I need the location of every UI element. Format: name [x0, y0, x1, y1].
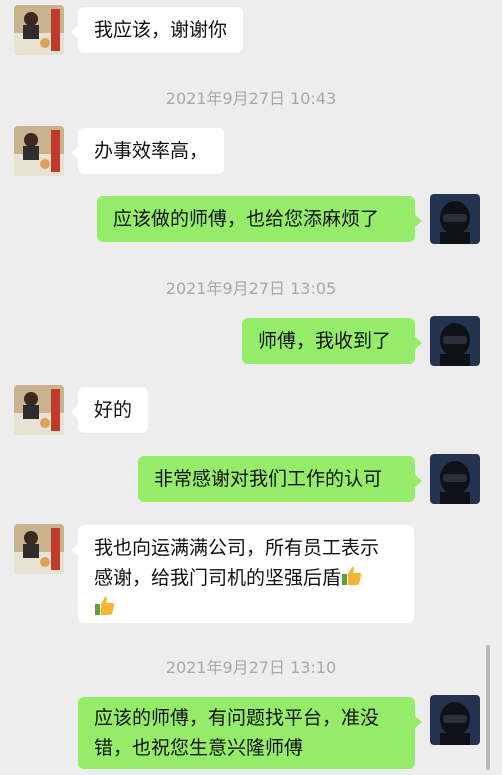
avatar-photo-icon	[14, 5, 64, 55]
helmet-avatar-icon	[430, 454, 480, 504]
timestamp: 2021年9月27日 10:43	[165, 89, 337, 108]
message-bubble-outgoing[interactable]: 师傅，我收到了	[242, 318, 422, 364]
self-avatar[interactable]	[430, 194, 480, 244]
message-text-line: 错，也祝您生意兴隆师傅	[94, 737, 304, 759]
timestamp: 2021年9月27日 13:05	[165, 279, 337, 298]
message-bubble-outgoing[interactable]: 应该的师傅，有问题找平台，准没 错，也祝您生意兴隆师傅	[78, 697, 422, 769]
thumbs-up-icon	[342, 566, 362, 585]
message-bubble-incoming[interactable]: 办事效率高，	[71, 128, 225, 174]
avatar-photo-icon	[14, 524, 64, 574]
chat-area: 我应该，谢谢你 2021年9月27日 10:43 办事效率高， 应该做的师傅，也…	[0, 0, 502, 775]
contact-avatar[interactable]	[14, 385, 64, 435]
message-bubble-incoming[interactable]: 我也向运满满公司，所有员工表示 感谢，给我门司机的坚强后盾	[71, 525, 414, 623]
message-text: 师傅，我收到了	[258, 330, 392, 352]
message-text-line: 我也向运满满公司，所有员工表示	[94, 537, 380, 559]
message-bubble-incoming[interactable]: 好的	[71, 387, 149, 433]
helmet-avatar-icon	[430, 695, 480, 745]
thumbs-up-icon	[95, 596, 115, 615]
message-bubble-outgoing[interactable]: 非常感谢对我们工作的认可	[138, 456, 422, 502]
message-text: 办事效率高，	[94, 140, 209, 162]
scrollbar[interactable]	[486, 645, 490, 770]
contact-avatar[interactable]	[14, 524, 64, 574]
avatar-photo-icon	[14, 126, 64, 176]
helmet-avatar-icon	[430, 316, 480, 366]
message-text-line: 感谢，给我门司机的坚强后盾	[94, 567, 342, 589]
avatar-photo-icon	[14, 385, 64, 435]
contact-avatar[interactable]	[14, 126, 64, 176]
message-bubble-incoming[interactable]: 我应该，谢谢你	[71, 7, 244, 53]
message-text: 应该做的师傅，也给您添麻烦了	[113, 208, 380, 230]
contact-avatar[interactable]	[14, 5, 64, 55]
timestamp: 2021年9月27日 13:10	[165, 658, 337, 677]
message-text: 好的	[94, 399, 133, 421]
message-text: 我应该，谢谢你	[94, 19, 228, 41]
message-bubble-outgoing[interactable]: 应该做的师傅，也给您添麻烦了	[97, 196, 422, 242]
message-text-line: 应该的师傅，有问题找平台，准没	[94, 707, 380, 729]
self-avatar[interactable]	[430, 316, 480, 366]
self-avatar[interactable]	[430, 695, 480, 745]
message-text: 非常感谢对我们工作的认可	[154, 468, 383, 490]
self-avatar[interactable]	[430, 454, 480, 504]
helmet-avatar-icon	[430, 194, 480, 244]
